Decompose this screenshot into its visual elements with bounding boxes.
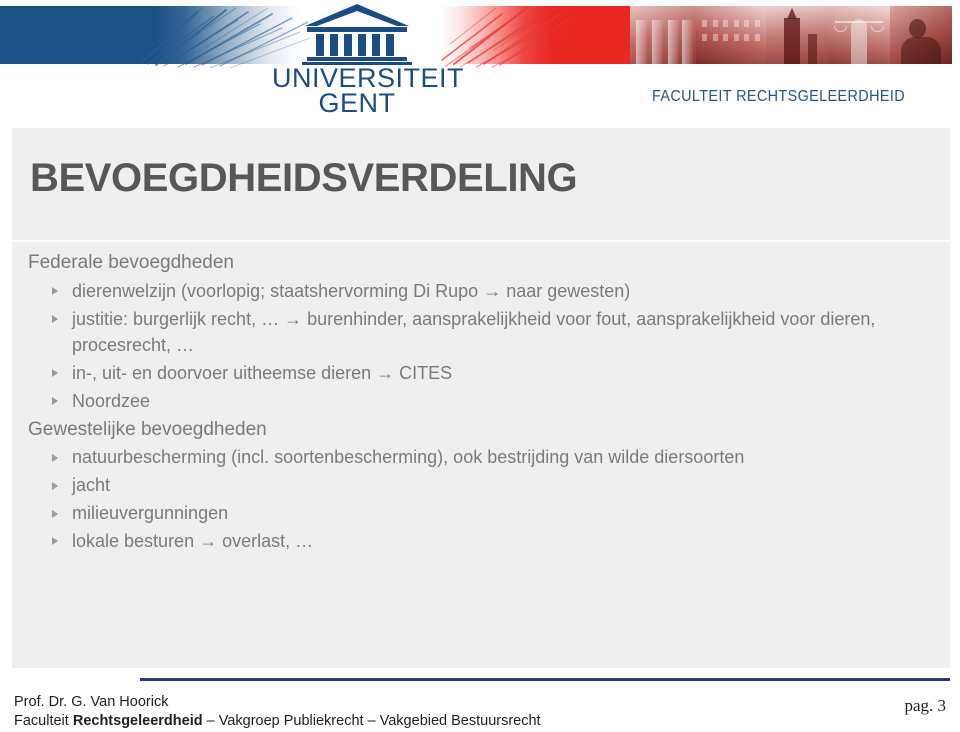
bullet-list-gewestelijke: natuurbescherming (incl. soortenbescherm… — [28, 445, 934, 555]
list-item-text: Noordzee — [72, 390, 151, 411]
red-strokes-svg — [441, 7, 570, 68]
faculty-name-label: FACULTEIT RECHTSGELEERDHEID — [652, 88, 906, 105]
triangle-bullet-icon — [52, 368, 58, 377]
list-item-text: justitie: burgerlijk recht, … → burenhin… — [72, 308, 876, 355]
triangle-bullet-icon — [52, 509, 58, 518]
triangle-bullet-icon — [52, 453, 58, 462]
list-item: Noordzee — [28, 389, 934, 415]
list-item: milieuvergunningen — [28, 501, 934, 527]
red-brush-strokes-decoration — [440, 6, 570, 68]
list-item-text: dierenwelzijn (voorlopig; staatshervormi… — [72, 280, 631, 301]
list-item-text: natuurbescherming (incl. soortenbescherm… — [72, 447, 745, 468]
list-item: natuurbescherming (incl. soortenbescherm… — [28, 445, 934, 471]
triangle-bullet-icon — [52, 287, 58, 296]
footer-dept-bold: Rechtsgeleerdheid — [72, 713, 203, 729]
photo-person — [890, 6, 952, 64]
slide-title-zone: BEVOEGDHEIDSVERDELING — [12, 128, 950, 242]
section-heading-gewestelijke: Gewestelijke bevoegdheden — [28, 418, 267, 440]
list-item-text: milieuvergunningen — [72, 503, 229, 524]
footer-department-line: Faculteit Rechtsgeleerdheid – Vakgroep P… — [14, 713, 541, 729]
bullet-list-federale: dierenwelzijn (voorlopig; staatshervormi… — [28, 279, 934, 415]
footer-dept-suffix: – Vakgroep Publiekrecht – Vakgebied Best… — [202, 713, 541, 729]
footer-author-name: Prof. Dr. G. Van Hoorick — [14, 694, 169, 710]
list-item-text: jacht — [72, 475, 111, 496]
logo-text-gent: GENT — [318, 87, 396, 118]
faculty-photo-strip — [630, 6, 952, 64]
page-title: BEVOEGDHEIDSVERDELING — [30, 156, 578, 200]
slide-footer: Prof. Dr. G. Van Hoorick Faculteit Recht… — [0, 668, 960, 732]
photo-columns — [630, 6, 696, 64]
photo-lady-justice-statue — [828, 6, 890, 64]
triangle-bullet-icon — [52, 537, 58, 546]
triangle-bullet-icon — [52, 315, 58, 324]
list-item: justitie: burgerlijk recht, … → burenhin… — [28, 307, 934, 359]
slide-body: Federale bevoegdheden dierenwelzijn (voo… — [12, 242, 950, 668]
classical-temple-icon — [302, 4, 412, 65]
list-item: jacht — [28, 473, 934, 499]
triangle-bullet-icon — [52, 396, 58, 405]
photo-building-facade — [696, 6, 766, 64]
slide-header-banner: UNIVERSITEIT GENT FACULTEIT RECHTSGELEER… — [0, 0, 960, 122]
list-item: lokale besturen → overlast, … — [28, 529, 934, 555]
list-item: in-, uit- en doorvoer uitheemse dieren →… — [28, 361, 934, 387]
section-heading-federale: Federale bevoegdheden — [28, 252, 235, 273]
slide-content-area: BEVOEGDHEIDSVERDELING Federale bevoegdhe… — [12, 128, 950, 668]
triangle-bullet-icon — [52, 481, 58, 490]
footer-divider-line — [140, 678, 950, 681]
ugent-logo: UNIVERSITEIT GENT — [272, 2, 464, 118]
photo-belfry-tower — [766, 6, 828, 64]
footer-dept-prefix: Faculteit — [14, 713, 73, 729]
page-number-label: pag. 3 — [904, 696, 946, 715]
list-item: dierenwelzijn (voorlopig; staatshervormi… — [28, 279, 934, 305]
list-item-text: lokale besturen → overlast, … — [72, 531, 314, 552]
list-item-text: in-, uit- en doorvoer uitheemse dieren →… — [72, 362, 453, 383]
